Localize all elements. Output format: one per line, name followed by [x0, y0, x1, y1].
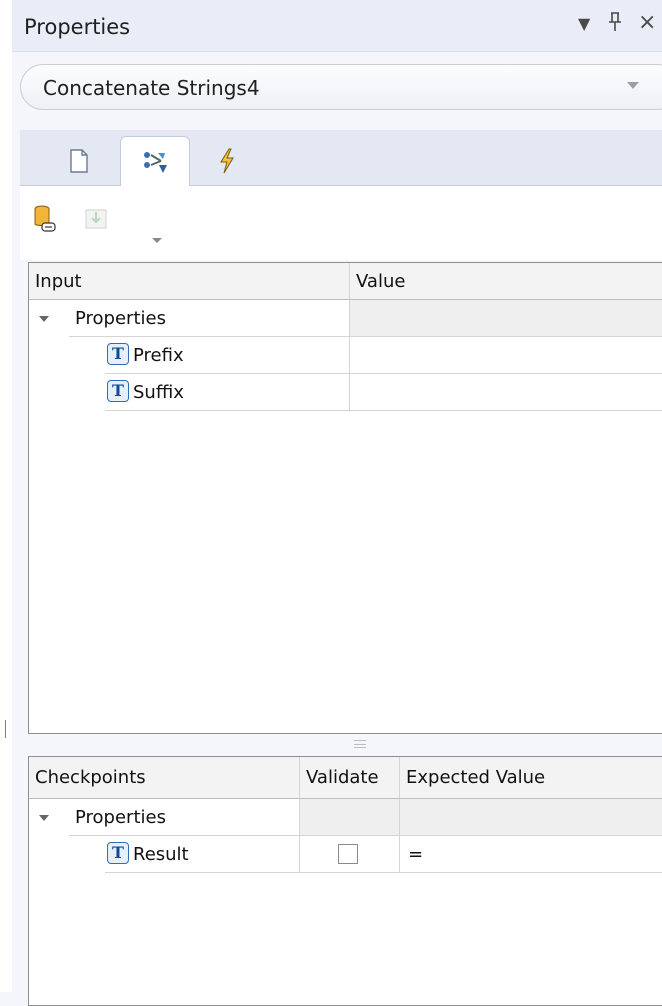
input-group-row[interactable]: Properties	[29, 300, 662, 337]
column-header-expected-value[interactable]: Expected Value	[400, 757, 662, 799]
lightning-icon	[220, 148, 234, 174]
table-row[interactable]: T Prefix	[29, 337, 662, 374]
toolbar	[20, 186, 662, 260]
group-label: Properties	[69, 300, 350, 337]
chevron-down-icon	[627, 82, 639, 89]
text-type-icon: T	[107, 842, 129, 864]
checkpoint-group-row[interactable]: Properties	[29, 799, 662, 836]
pane-title: Properties	[24, 15, 131, 39]
collapse-arrow-icon[interactable]	[39, 316, 49, 322]
pane-menu-dropdown-icon[interactable]: ▼	[578, 14, 590, 33]
tab-events[interactable]	[192, 136, 262, 186]
param-name: Prefix	[133, 345, 184, 366]
input-grid-header: Input Value	[29, 263, 662, 300]
group-validate-cell	[300, 799, 400, 836]
import-icon	[85, 209, 107, 229]
property-tabs	[20, 130, 662, 187]
checkpoint-name-cell: T Result	[105, 836, 300, 873]
collapse-arrow-icon[interactable]	[39, 815, 49, 821]
column-header-checkpoints[interactable]: Checkpoints	[29, 757, 300, 799]
table-row[interactable]: T Result =	[29, 836, 662, 873]
pin-icon-svg	[609, 12, 621, 31]
checkpoint-grid: Checkpoints Validate Expected Value Prop…	[28, 756, 662, 1006]
expected-value-field[interactable]: =	[400, 836, 662, 873]
close-icon[interactable]: ×	[638, 10, 656, 35]
param-value-field[interactable]	[350, 337, 662, 374]
checkpoint-name: Result	[133, 844, 189, 865]
gutter-mark	[5, 720, 6, 738]
table-row[interactable]: T Suffix	[29, 374, 662, 411]
group-expected-cell	[400, 799, 662, 836]
tab-input-output[interactable]	[120, 136, 190, 187]
column-header-value[interactable]: Value	[350, 263, 662, 300]
group-label: Properties	[69, 799, 300, 836]
param-name-cell: T Suffix	[105, 374, 350, 411]
text-type-icon: T	[107, 343, 129, 365]
data-mapping-icon	[144, 152, 167, 173]
selected-object-name: Concatenate Strings4	[43, 76, 260, 100]
properties-pane: Properties ▼ × Concatenate Strings4 Inpu…	[12, 0, 662, 1006]
document-icon	[70, 149, 88, 173]
text-type-icon: T	[107, 380, 129, 402]
column-header-input[interactable]: Input	[29, 263, 350, 300]
tab-general[interactable]	[44, 136, 114, 186]
toolbar-dropdown-icon[interactable]	[152, 238, 162, 243]
column-header-validate[interactable]: Validate	[300, 757, 400, 799]
pin-icon[interactable]	[608, 12, 622, 37]
expander-cell[interactable]	[29, 799, 69, 836]
object-selector-dropdown[interactable]: Concatenate Strings4	[20, 64, 662, 110]
param-name: Suffix	[133, 382, 184, 403]
grid-splitter[interactable]	[28, 738, 662, 752]
validate-checkbox[interactable]	[338, 844, 358, 864]
left-gutter	[0, 0, 12, 992]
database-link-button[interactable]	[30, 204, 60, 234]
splitter-grip-icon[interactable]	[354, 740, 366, 748]
database-link-icon	[34, 205, 56, 232]
pane-header: Properties ▼ ×	[12, 0, 662, 52]
input-grid: Input Value Properties T Prefix T Suffix	[28, 262, 662, 734]
group-value-cell	[350, 300, 662, 337]
expander-cell[interactable]	[29, 300, 69, 337]
import-button[interactable]	[82, 204, 112, 234]
param-value-field[interactable]	[350, 374, 662, 411]
validate-cell	[300, 836, 400, 873]
param-name-cell: T Prefix	[105, 337, 350, 374]
checkpoint-grid-header: Checkpoints Validate Expected Value	[29, 757, 662, 799]
